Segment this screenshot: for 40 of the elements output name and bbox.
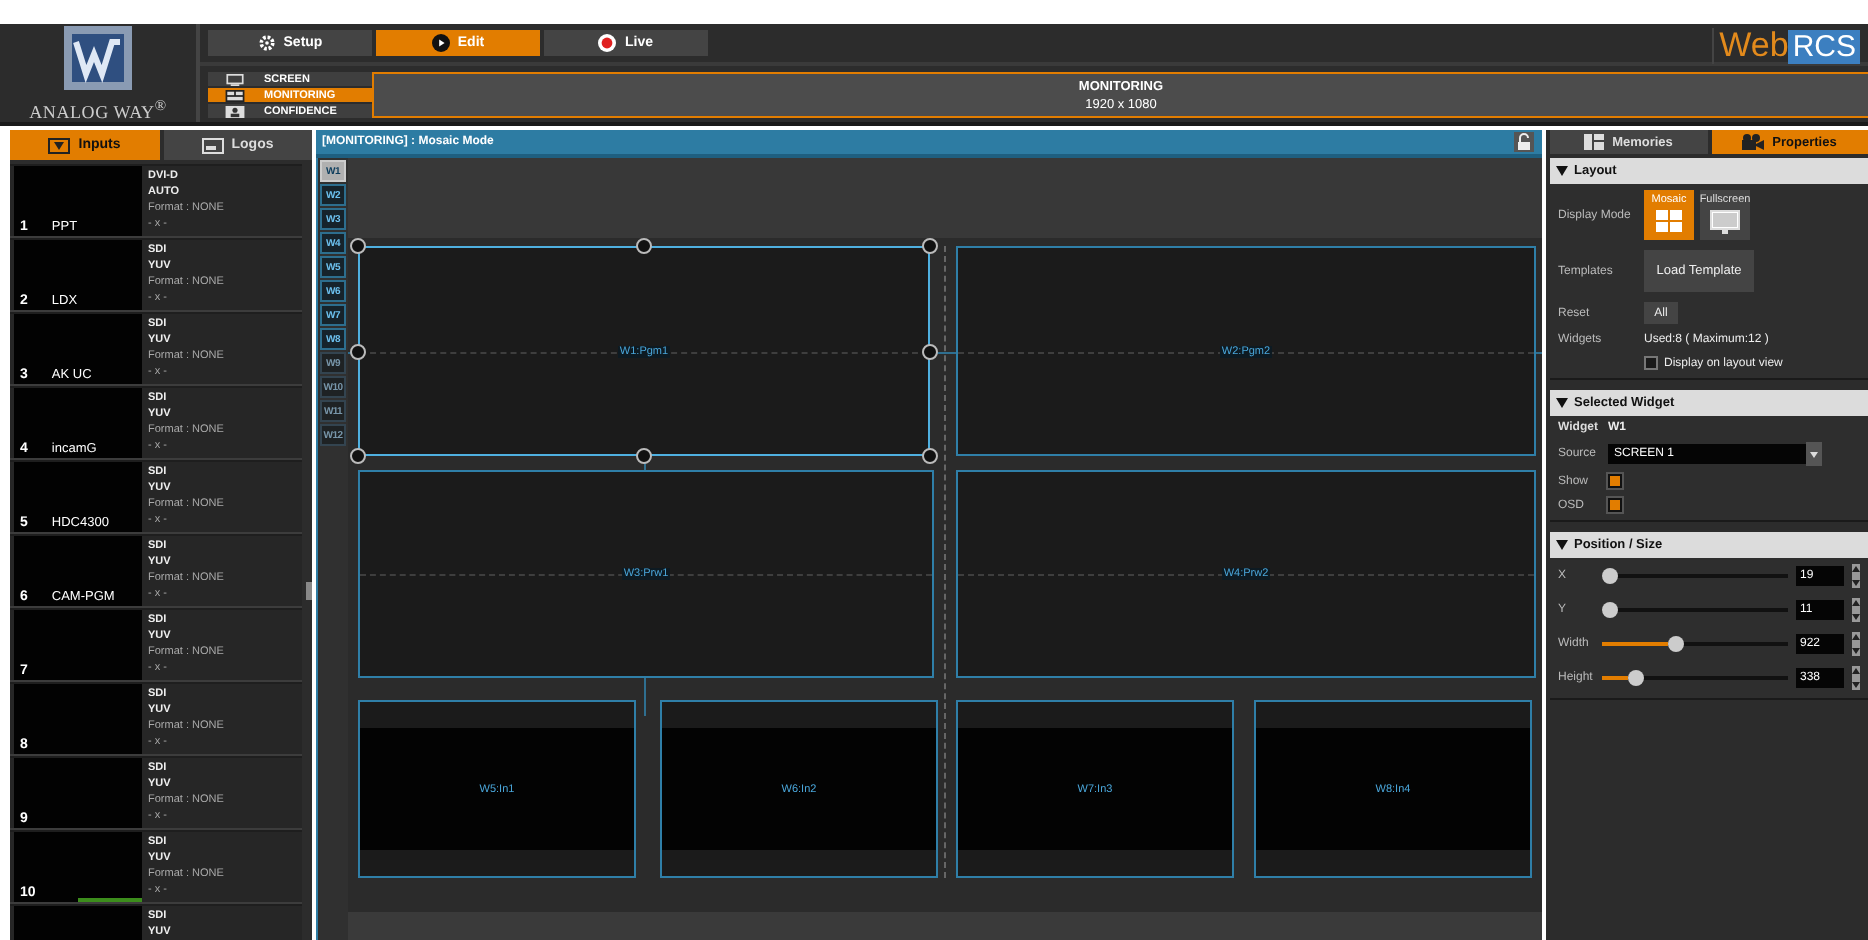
slider-thumb[interactable] (1602, 602, 1618, 618)
company-name: ANALOG WAY$^{®}$ (29, 95, 167, 121)
spinner-icon[interactable] (1852, 666, 1860, 690)
slider-thumb[interactable] (1602, 568, 1618, 584)
monitor-icon (1710, 210, 1740, 234)
person-icon (224, 105, 246, 117)
record-icon (598, 34, 617, 52)
slider-thumb[interactable] (1668, 636, 1685, 652)
camera-icon (1742, 134, 1765, 150)
slider[interactable] (1602, 636, 1788, 652)
input-icon (48, 137, 71, 153)
spinner-icon[interactable] (1852, 598, 1860, 622)
checkbox[interactable] (1608, 498, 1622, 512)
slider[interactable] (1602, 568, 1788, 584)
checkbox[interactable] (1608, 474, 1622, 488)
resize-handle[interactable] (636, 238, 652, 254)
unlock-icon[interactable] (1514, 132, 1534, 152)
monitor-icon (224, 73, 246, 85)
picture-icon (201, 137, 224, 153)
gear-icon (257, 34, 276, 52)
resize-handle[interactable] (350, 238, 366, 254)
resize-handle[interactable] (636, 448, 652, 464)
slider-thumb[interactable] (1627, 670, 1644, 686)
app-name-badge: RCS (1788, 29, 1860, 63)
checkbox[interactable] (1644, 356, 1658, 370)
play-icon (431, 34, 450, 52)
scrollbar-thumb[interactable] (306, 582, 312, 600)
slider[interactable] (1602, 670, 1788, 686)
spinner-icon[interactable] (1852, 564, 1860, 588)
spinner-icon[interactable] (1852, 632, 1860, 656)
mosaic-icon (1656, 210, 1682, 232)
resize-handle[interactable] (350, 343, 366, 359)
resize-handle[interactable] (350, 448, 366, 464)
logo-icon (64, 25, 132, 89)
resize-handle[interactable] (922, 448, 938, 464)
resize-handle[interactable] (922, 238, 938, 254)
slider[interactable] (1602, 602, 1788, 618)
grid-icon (1584, 134, 1605, 150)
app-name: Web (1719, 28, 1789, 64)
multiview-icon (224, 89, 246, 101)
